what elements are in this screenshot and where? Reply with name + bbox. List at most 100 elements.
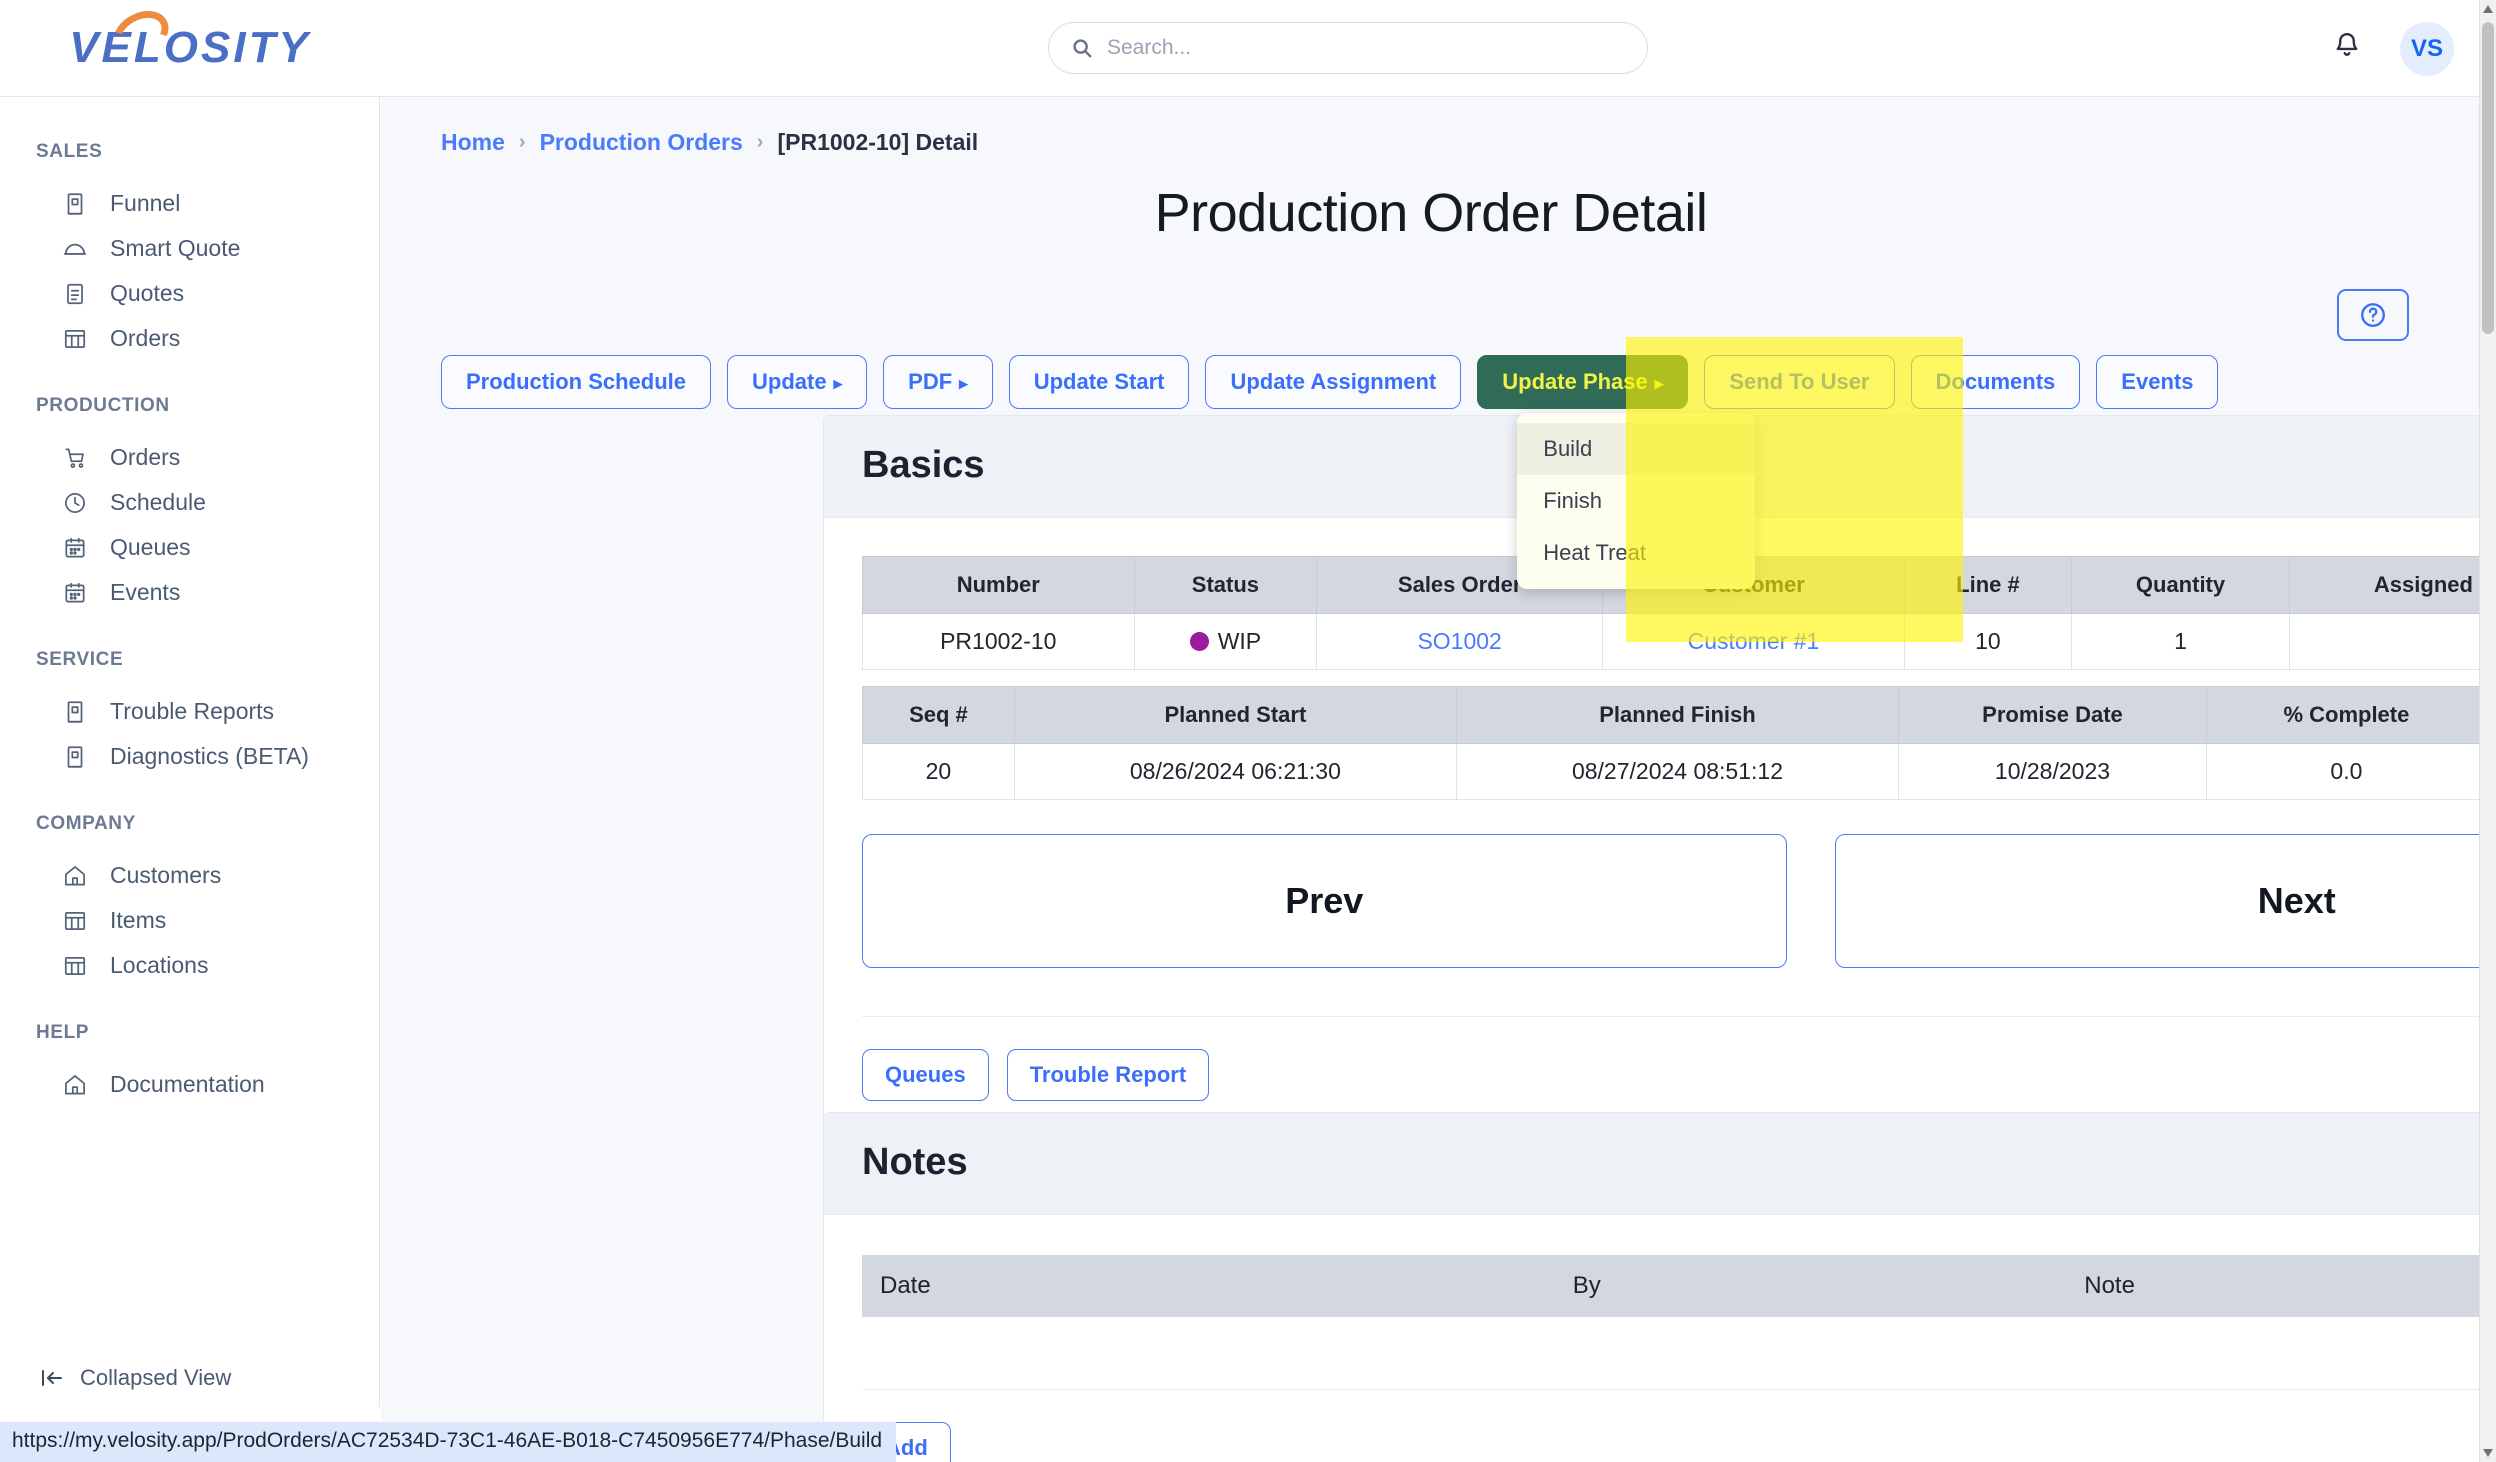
- building-icon: [62, 699, 88, 725]
- collapsed-view-toggle[interactable]: Collapsed View: [0, 1365, 379, 1391]
- cell-promise-date: 10/28/2023: [1898, 743, 2207, 800]
- sidebar-item-diagnostics-beta[interactable]: Diagnostics (BETA): [0, 734, 379, 779]
- app-logo[interactable]: VELOSITY: [0, 1, 380, 72]
- scroll-up-arrow-icon[interactable]: [2480, 0, 2496, 18]
- page-scrollbar[interactable]: [2479, 0, 2496, 1462]
- caret-right-icon: ▸: [959, 374, 968, 393]
- sidebar-item-label: Quotes: [110, 280, 185, 306]
- sidebar-item-quotes[interactable]: Quotes: [0, 271, 379, 316]
- dropdown-item-heat-treat[interactable]: Heat Treat: [1517, 527, 1755, 579]
- home-icon: [62, 1072, 88, 1098]
- button-label: Documents: [1935, 369, 2056, 394]
- toolbar-button-events[interactable]: Events: [2096, 355, 2219, 410]
- sidebar-group-label: HELP: [36, 1022, 90, 1043]
- update-phase-dropdown: Build Finish Heat Treat: [1517, 413, 1756, 589]
- toolbar-button-pdf[interactable]: PDF ▸: [883, 355, 993, 410]
- collapse-left-icon: [42, 1370, 62, 1386]
- cell-percent-complete: 0.0: [2205, 743, 2481, 800]
- sidebar-item-orders[interactable]: Orders: [0, 316, 379, 361]
- scroll-down-arrow-icon[interactable]: [2480, 1444, 2496, 1462]
- sidebar-item-orders[interactable]: Orders: [0, 435, 379, 480]
- sidebar-item-items[interactable]: Items: [0, 898, 379, 943]
- breadcrumb-separator: ›: [756, 131, 764, 153]
- toolbar-button-update-phase[interactable]: Update Phase ▸: [1477, 355, 1689, 410]
- page-title: Production Order Detail: [1154, 183, 1708, 243]
- breadcrumb-production-orders[interactable]: Production Orders: [540, 129, 743, 156]
- table-icon: [62, 908, 88, 934]
- button-label: Update Assignment: [1230, 369, 1437, 394]
- toolbar-button-update-start[interactable]: Update Start: [1008, 355, 1190, 410]
- notes-table: Date By Note: [862, 1255, 2481, 1317]
- button-label: Update: [752, 369, 827, 394]
- dropdown-item-finish[interactable]: Finish: [1517, 475, 1755, 527]
- toolbar-button-update[interactable]: Update ▸: [727, 355, 868, 410]
- sidebar-group-label: COMPANY: [36, 813, 136, 834]
- sidebar-group-label: SERVICE: [36, 649, 124, 670]
- sidebar-item-funnel[interactable]: Funnel: [0, 181, 379, 226]
- sidebar-group-service: SERVICE Trouble Reports Diagnostics (BETA): [0, 649, 379, 779]
- cell-status: WIP: [1133, 613, 1318, 670]
- collapsed-view-label: Collapsed View: [80, 1365, 232, 1390]
- sidebar-group-company: COMPANY Customers Items Locations: [0, 813, 379, 988]
- question-circle-icon: [2361, 303, 2385, 327]
- clock-icon: [62, 490, 88, 516]
- column-header: Planned Finish: [1455, 686, 1900, 744]
- sidebar-item-smart-quote[interactable]: Smart Quote: [0, 226, 379, 271]
- building-icon: [62, 191, 88, 217]
- table-icon: [62, 326, 88, 352]
- sidebar-item-label: Orders: [110, 325, 181, 351]
- next-button[interactable]: Next: [1834, 834, 2481, 968]
- cell-sales-order[interactable]: SO1002: [1316, 613, 1604, 670]
- sidebar-item-locations[interactable]: Locations: [0, 943, 379, 988]
- sidebar-item-documentation[interactable]: Documentation: [0, 1062, 379, 1107]
- notes-buttons: Add: [862, 1390, 2481, 1462]
- sidebar-item-label: Schedule: [110, 489, 206, 515]
- cell-line: 10: [1903, 613, 2073, 670]
- cell-customer[interactable]: Customer #1: [1602, 613, 1905, 670]
- sidebar-group-sales: SALES Funnel Smart Quote Quotes Orders: [0, 141, 379, 361]
- sidebar-item-label: Diagnostics (BETA): [110, 743, 309, 769]
- basics-card-body: Number Status Sales Order Customer Line # Qua…: [824, 518, 2481, 1143]
- sidebar-item-label: Events: [110, 579, 181, 605]
- button-label: Update Start: [1033, 369, 1165, 394]
- notes-table-header-row: Date By Note: [862, 1255, 2481, 1317]
- sidebar-item-label: Orders: [110, 444, 181, 470]
- search-input[interactable]: Search...: [1048, 22, 1648, 74]
- avatar-initials: VS: [2410, 35, 2443, 62]
- column-header: Line #: [1903, 556, 2073, 614]
- sidebar-item-label: Customers: [110, 862, 222, 888]
- scrollbar-thumb[interactable]: [2482, 22, 2494, 334]
- sidebar-item-events[interactable]: Events: [0, 570, 379, 615]
- column-header: % Complete: [2205, 686, 2481, 744]
- sidebar-item-customers[interactable]: Customers: [0, 853, 379, 898]
- column-header: Planned Start: [1013, 686, 1457, 744]
- column-header: Seq #: [862, 686, 1015, 744]
- sidebar-item-schedule[interactable]: Schedule: [0, 480, 379, 525]
- logo-text: VELOSITY: [69, 23, 311, 72]
- sidebar: SALES Funnel Smart Quote Quotes Orders PRODUC…: [0, 97, 380, 1407]
- prev-button[interactable]: Prev: [862, 834, 1787, 968]
- help-button[interactable]: [2337, 289, 2409, 341]
- breadcrumb-home[interactable]: Home: [441, 129, 505, 156]
- avatar[interactable]: VS: [2400, 22, 2454, 76]
- schedule-table: Seq # Planned Start Planned Finish Promise …: [862, 686, 2481, 800]
- sales-order-link[interactable]: SO1002: [1417, 628, 1501, 654]
- toolbar-button-send-to-user[interactable]: Send To User: [1704, 355, 1895, 410]
- sidebar-item-trouble-reports[interactable]: Trouble Reports: [0, 689, 379, 734]
- queues-button[interactable]: Queues: [862, 1049, 989, 1101]
- dropdown-item-build[interactable]: Build: [1517, 423, 1756, 475]
- sidebar-item-label: Items: [110, 907, 167, 933]
- sidebar-item-queues[interactable]: Queues: [0, 525, 379, 570]
- sidebar-group-label: PRODUCTION: [36, 395, 170, 416]
- trouble-report-button[interactable]: Trouble Report: [1006, 1049, 1210, 1101]
- sidebar-item-label: Documentation: [110, 1071, 265, 1097]
- button-label: Events: [2121, 369, 2194, 394]
- customer-link[interactable]: Customer #1: [1688, 628, 1820, 654]
- column-header: Quantity: [2071, 556, 2290, 614]
- toolbar-button-production-schedule[interactable]: Production Schedule: [441, 355, 712, 410]
- bell-icon[interactable]: [2332, 30, 2362, 67]
- toolbar-button-update-assignment[interactable]: Update Assignment: [1205, 355, 1462, 410]
- notes-card-body: Date By Note Add: [824, 1215, 2481, 1462]
- toolbar-button-documents[interactable]: Documents: [1910, 355, 2081, 410]
- cell-planned-finish: 08/27/2024 08:51:12: [1455, 743, 1900, 800]
